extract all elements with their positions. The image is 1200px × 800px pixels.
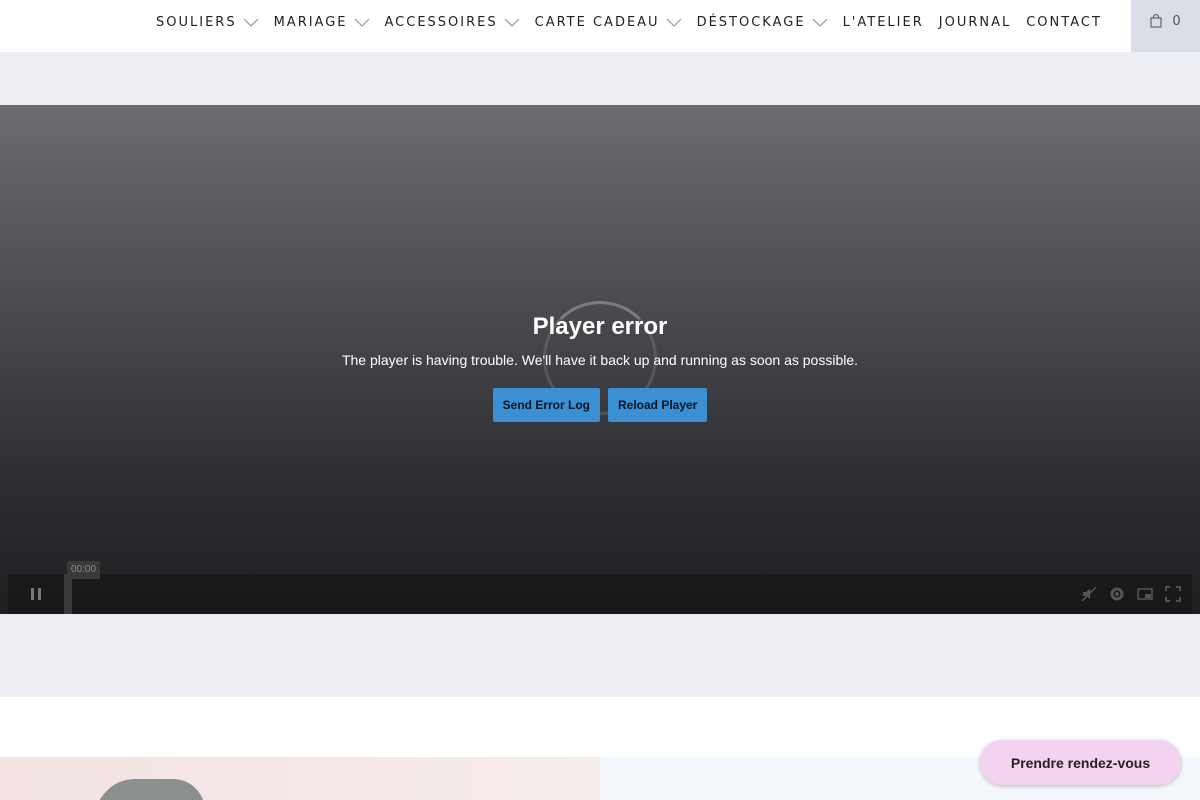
error-title: Player error xyxy=(532,313,668,340)
shopping-bag-icon xyxy=(1150,14,1162,28)
nav-label: MARIAGE xyxy=(273,15,348,30)
chevron-down-icon xyxy=(666,18,682,27)
progress-scrubber[interactable] xyxy=(64,574,72,614)
reload-player-button[interactable]: Reload Player xyxy=(607,388,708,422)
chevron-down-icon xyxy=(504,18,520,27)
shoe-image xyxy=(95,779,205,800)
fullscreen-icon[interactable] xyxy=(1164,585,1182,603)
settings-icon[interactable] xyxy=(1108,585,1126,603)
video-band-bottom xyxy=(0,614,1200,697)
cart-button[interactable]: 0 xyxy=(1131,0,1200,52)
nav-label: SOULIERS xyxy=(156,15,237,30)
nav-label: JOURNAL xyxy=(938,15,1012,30)
chevron-down-icon xyxy=(354,18,369,27)
video-band-top xyxy=(0,52,1200,105)
send-error-log-button[interactable]: Send Error Log xyxy=(492,388,600,422)
nav-item-contact[interactable]: CONTACT xyxy=(1026,15,1102,30)
nav-item-souliers[interactable]: SOULIERS xyxy=(156,15,259,30)
control-icons xyxy=(1080,574,1182,614)
appointment-button[interactable]: Prendre rendez-vous xyxy=(980,740,1181,785)
pause-icon[interactable] xyxy=(8,574,64,614)
nav-item-accessoires[interactable]: ACCESSOIRES xyxy=(385,15,520,30)
chevron-down-icon xyxy=(812,18,827,27)
player-controls: 00:00 xyxy=(8,561,1192,614)
nav-item-destockage[interactable]: DÉSTOCKAGE xyxy=(697,15,828,30)
error-message: The player is having trouble. We'll have… xyxy=(341,352,859,368)
nav-item-atelier[interactable]: L'ATELIER xyxy=(843,15,924,30)
nav-label: DÉSTOCKAGE xyxy=(696,15,806,30)
nav-label: CONTACT xyxy=(1026,15,1102,30)
nav-item-journal[interactable]: JOURNAL xyxy=(939,15,1011,30)
chevron-down-icon xyxy=(243,18,259,27)
product-image[interactable] xyxy=(0,757,600,800)
no-sound-icon[interactable] xyxy=(1080,585,1098,603)
nav-label: CARTE CADEAU xyxy=(534,15,660,30)
main-nav: SOULIERS MARIAGE ACCESSOIRES CARTE CADEA… xyxy=(156,0,1117,45)
time-tooltip: 00:00 xyxy=(67,561,101,579)
nav-item-carte-cadeau[interactable]: CARTE CADEAU xyxy=(535,15,682,30)
nav-label: ACCESSOIRES xyxy=(384,15,498,30)
cart-count: 0 xyxy=(1172,14,1181,29)
pip-icon[interactable] xyxy=(1136,585,1154,603)
nav-label: L'ATELIER xyxy=(842,15,924,30)
site-header: SOULIERS MARIAGE ACCESSOIRES CARTE CADEA… xyxy=(0,0,1200,52)
nav-item-mariage[interactable]: MARIAGE xyxy=(274,15,370,30)
video-player[interactable]: Player error The player is having troubl… xyxy=(0,105,1200,614)
error-buttons: Send Error Log Reload Player xyxy=(0,388,1200,422)
